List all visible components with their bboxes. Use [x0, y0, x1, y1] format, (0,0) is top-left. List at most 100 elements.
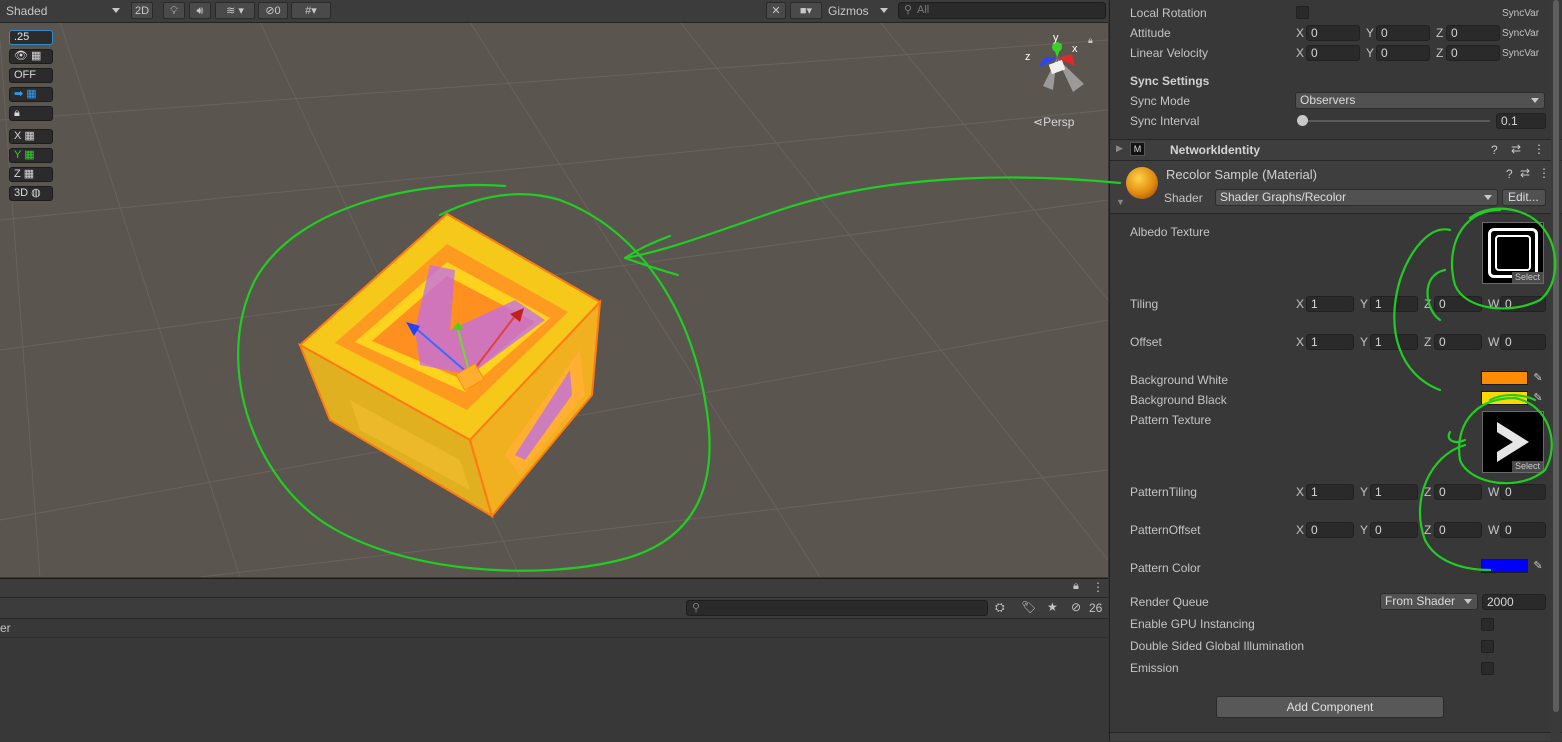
offset-x-field[interactable]: 1	[1306, 334, 1354, 350]
local-rotation-checkbox[interactable]	[1296, 6, 1309, 19]
shading-mode-dropdown[interactable]: Shaded	[6, 3, 47, 19]
eyedropper-icon[interactable]: ✎	[1530, 390, 1546, 406]
tiling-z-label: Z	[1424, 297, 1432, 311]
albedo-select-button[interactable]: Select	[1511, 272, 1543, 283]
menu-icon[interactable]: ⋮	[1538, 166, 1550, 180]
pattern-texture-slot[interactable]: Select	[1482, 411, 1544, 473]
axis-y-toggle[interactable]: Y ▦	[9, 148, 53, 163]
render-queue-dropdown[interactable]: From Shader	[1380, 593, 1478, 610]
sync-mode-dropdown[interactable]: Observers	[1295, 92, 1545, 109]
attitude-z-field[interactable]: 0	[1446, 25, 1500, 41]
linear-velocity-z-field[interactable]: 0	[1446, 45, 1500, 61]
tiling-y-field[interactable]: 1	[1370, 296, 1418, 312]
chevron-down-icon	[1531, 98, 1539, 103]
hidden-packages-icon[interactable]: ⊘	[1071, 600, 1081, 614]
pattern-tiling-z-field[interactable]: 0	[1434, 484, 1482, 500]
sync-interval-slider[interactable]	[1297, 115, 1490, 126]
scene-toolbar: Shaded 2D 💡︎ 🔊︎ ≋ ▾ ⊘0 #▾ ✕ ■▾ Gizmos ⚲ …	[0, 0, 1108, 23]
albedo-texture-slot[interactable]: Select	[1482, 222, 1544, 284]
scrollbar-thumb[interactable]	[1553, 0, 1559, 712]
presets-icon[interactable]: ⇄	[1511, 142, 1521, 156]
offset-w-field[interactable]: 0	[1500, 334, 1546, 350]
help-icon[interactable]: ?	[1491, 143, 1498, 157]
audio-toggle[interactable]: 🔊︎	[189, 2, 211, 19]
pattern-offset-y-field[interactable]: 0	[1370, 522, 1418, 538]
offset-y-label: Y	[1360, 335, 1369, 349]
sync-settings-header: Sync Settings	[1130, 74, 1210, 88]
persp-toggle[interactable]: ⋖Persp	[1033, 115, 1074, 129]
favorites-icon[interactable]: ★	[1047, 600, 1058, 614]
mode-2d-button[interactable]: 2D	[131, 2, 153, 19]
gpu-instancing-checkbox[interactable]	[1481, 618, 1494, 631]
filter-by-type-icon[interactable]: ⛭	[995, 600, 1005, 615]
hidden-objects-toggle[interactable]: ⊘0	[258, 2, 288, 19]
shader-edit-button[interactable]: Edit...	[1502, 189, 1546, 206]
scene-view[interactable]: y x z 🔒︎ ⋖Persp .25 👁︎ ▦ OFF ➡ ▦ 🔒︎ X ▦ …	[0, 0, 1108, 577]
sync-interval-label: Sync Interval	[1130, 114, 1200, 128]
visibility-toggle[interactable]: 👁︎ ▦	[9, 49, 53, 64]
pattern-tiling-w-field[interactable]: 0	[1500, 484, 1546, 500]
pattern-tiling-x-field[interactable]: 1	[1306, 484, 1354, 500]
render-queue-field[interactable]: 2000	[1482, 594, 1546, 610]
background-black-color-swatch[interactable]	[1481, 391, 1528, 405]
camera-dropdown[interactable]: ■▾	[790, 2, 822, 19]
menu-icon[interactable]: ⋮	[1533, 142, 1545, 156]
eyedropper-icon[interactable]: ✎	[1530, 370, 1546, 386]
lighting-toggle[interactable]: 💡︎	[163, 2, 185, 19]
eyedropper-icon[interactable]: ✎	[1530, 558, 1546, 574]
linear-velocity-x-field[interactable]: 0	[1306, 45, 1360, 61]
lock-toggle[interactable]: 🔒︎	[9, 106, 53, 121]
scene-canvas[interactable]: y x z 🔒︎	[0, 0, 1108, 577]
tiling-z-field[interactable]: 0	[1434, 296, 1482, 312]
scene-search-input[interactable]: ⚲ All	[898, 2, 1106, 19]
shader-dropdown[interactable]: Shader Graphs/Recolor	[1215, 189, 1498, 206]
pattern-color-swatch[interactable]	[1481, 559, 1528, 573]
axis-x-toggle[interactable]: X ▦	[9, 129, 53, 144]
axis-z-toggle[interactable]: Z ▦	[9, 167, 53, 182]
sync-interval-field[interactable]: 0.1	[1496, 113, 1546, 129]
background-black-label: Background Black	[1130, 393, 1227, 407]
offset-y-field[interactable]: 1	[1370, 334, 1418, 350]
pattern-tiling-y-field[interactable]: 1	[1370, 484, 1418, 500]
attitude-x-field[interactable]: 0	[1306, 25, 1360, 41]
local-rotation-label: Local Rotation	[1130, 6, 1207, 20]
pattern-offset-x-field[interactable]: 0	[1306, 522, 1354, 538]
foldout-arrow-icon[interactable]: ▶	[1116, 143, 1123, 154]
gizmo-x-label: x	[1072, 43, 1078, 55]
attitude-y-field[interactable]: 0	[1376, 25, 1430, 41]
panel-lock-icon[interactable]: 🔒︎	[1073, 580, 1079, 593]
grid-size-field[interactable]: .25	[9, 30, 53, 45]
offset-z-field[interactable]: 0	[1434, 334, 1482, 350]
panel-menu-icon[interactable]: ⋮	[1092, 580, 1104, 594]
off-toggle[interactable]: OFF	[9, 68, 53, 83]
filter-by-label-icon[interactable]: 🏷︎	[1021, 600, 1036, 614]
inspector-scrollbar[interactable]	[1551, 0, 1561, 741]
tiling-w-field[interactable]: 0	[1500, 296, 1546, 312]
emission-checkbox[interactable]	[1481, 662, 1494, 675]
tools-button[interactable]: ✕	[766, 2, 786, 19]
double-sided-gi-checkbox[interactable]	[1481, 640, 1494, 653]
foldout-arrow-icon[interactable]: ▼	[1116, 197, 1125, 207]
snap-move-toggle[interactable]: ➡ ▦	[9, 87, 53, 102]
grid-dropdown[interactable]: #▾	[291, 2, 331, 19]
pattern-select-button[interactable]: Select	[1511, 461, 1543, 472]
gizmos-dropdown[interactable]: Gizmos	[828, 3, 869, 19]
presets-icon[interactable]: ⇄	[1520, 166, 1530, 180]
effects-dropdown[interactable]: ≋ ▾	[215, 2, 255, 19]
tiling-x-field[interactable]: 1	[1306, 296, 1354, 312]
help-icon[interactable]: ?	[1506, 167, 1513, 181]
linear-velocity-y-field[interactable]: 0	[1376, 45, 1430, 61]
project-search-input[interactable]: ⚲	[686, 600, 988, 616]
sync-var-label: SyncVar	[1502, 28, 1540, 39]
pattern-offset-z-field[interactable]: 0	[1434, 522, 1482, 538]
background-white-color-swatch[interactable]	[1481, 371, 1528, 385]
pattern-offset-w-field[interactable]: 0	[1500, 522, 1546, 538]
next-component-header[interactable]	[1110, 732, 1562, 741]
list-item[interactable]: er	[0, 619, 1108, 638]
linear-velocity-y-label: Y	[1366, 46, 1375, 60]
chevron-down-icon	[1464, 599, 1472, 604]
toggle-3d[interactable]: 3D ◍	[9, 186, 53, 201]
network-identity-header[interactable]: ▶ M NetworkIdentity ? ⇄ ⋮	[1110, 139, 1562, 161]
slider-thumb[interactable]	[1297, 115, 1308, 126]
add-component-button[interactable]: Add Component	[1216, 696, 1444, 718]
